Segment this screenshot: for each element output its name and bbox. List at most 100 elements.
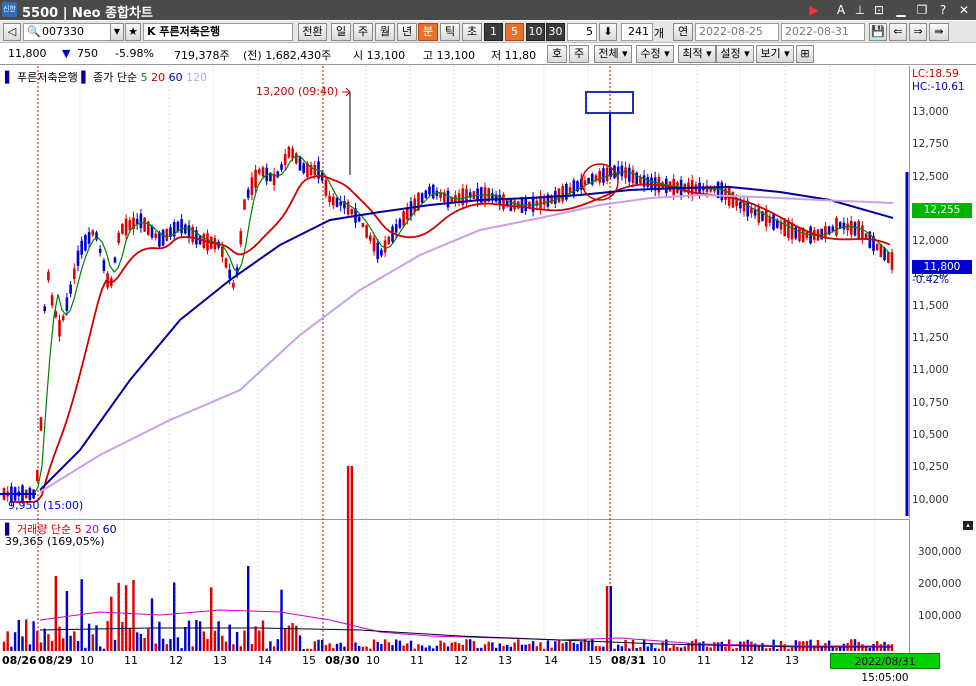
low-note: 9,950 (15:00) [8,499,84,512]
price-y-tick: 10,750 [912,396,949,409]
current-price: 11,800 [8,47,47,60]
volume: 719,378주 [174,49,230,62]
minimize-icon[interactable]: ▁ [893,2,909,18]
time-tag: 2022/08/31 15:05:00 [830,653,940,684]
open-price: 시 13,100 [353,49,406,62]
change-percent: -5.98% [115,47,154,60]
x-axis-label: 13 [785,654,799,667]
date-from-input[interactable]: 2022-08-25 [695,23,779,41]
volume-chart-area[interactable] [0,519,910,653]
x-axis-label: 08/30 [325,654,360,667]
x-axis-label: 11 [697,654,711,667]
change-arrow-icon: ▼ [62,47,71,60]
help-icon[interactable]: ? [935,2,951,18]
x-axis-label: 13 [498,654,512,667]
menu-button-1[interactable]: 수정 ▾ [636,45,674,63]
save-icon[interactable]: 💾 [869,23,887,41]
legend-ma20: 20 [151,71,166,84]
restore-icon[interactable]: ❐ [914,2,930,18]
price-y-tick: 11,500 [912,299,949,312]
price-info-bar: 11,800 ▼ 750 -5.98% 719,378주 (전) 1,682,4… [0,43,976,65]
price-y-tick: 10,500 [912,429,949,441]
close-icon[interactable]: ✕ [956,2,972,18]
period-tab-1[interactable]: 주 [353,23,373,41]
count-unit: 개 [654,27,665,40]
font-icon[interactable]: A [833,2,849,18]
legend-stock-name: 푸른저축은행 [16,71,78,84]
interval-button-1[interactable]: 1 [484,23,503,41]
x-axis-label: 10 [366,654,380,667]
scroll-right-icon[interactable]: ⇒ [909,23,927,41]
code-dropdown-button[interactable]: ▼ [110,23,124,41]
pin-icon[interactable]: ⊥ [852,2,868,18]
ma-price-tag: 12,255 [912,203,972,218]
x-axis-label: 15 [588,654,602,667]
toolbar-main: ◁ 🔍 007330 ▼ ★ K 푸른저축은행 전환 일주월년분틱초 1 5 10 3… [0,21,976,43]
interval-button-30[interactable]: 30 [546,23,565,41]
menu-button-4[interactable]: 보기 ▾ [756,45,794,63]
x-axis-label: 12 [740,654,754,667]
high-price: 고 13,100 [423,49,476,62]
volume-legend-ma60: 60 [102,523,117,536]
legend-marker2-icon: ▌ [81,71,90,84]
menu-button-3[interactable]: 설정 ▾ [716,45,754,63]
x-axis-label: 11 [410,654,424,667]
continuous-button[interactable]: 연 [673,23,693,41]
period-tab-3[interactable]: 년 [397,23,417,41]
period-tab-6[interactable]: 초 [462,23,482,41]
price-chart-area[interactable] [0,66,910,518]
app-icon: 신한 [2,2,17,17]
period-tab-2[interactable]: 월 [375,23,395,41]
legend-ma5: 5 [140,71,148,84]
x-axis-label: 15 [302,654,316,667]
menu-button-0[interactable]: 전체 ▾ [594,45,632,63]
lock-icon[interactable]: ⊡ [871,2,887,18]
menu-button-2[interactable]: 최적 ▾ [678,45,716,63]
current-pct: -0.42% [912,274,950,286]
legend-marker-icon: ▌ [5,71,14,84]
order-button[interactable]: 주 [569,45,589,63]
x-axis-label: 10 [80,654,94,667]
stock-code-input[interactable]: 🔍 007330 [23,23,118,41]
interval-down-icon[interactable]: ⬇ [599,23,617,41]
price-y-tick: 11,250 [912,332,949,345]
price-legend: ▌ 푸른저축은행 ▌ 종가 단순 5 20 60 120 [5,69,207,85]
high-note: 13,200 (09:40) [256,85,339,98]
price-y-tick: 12,000 [912,235,949,248]
period-tab-4[interactable]: 분 [418,23,438,41]
quote-button[interactable]: 호 [547,45,567,63]
current-price-tag: 11,800 [912,260,972,274]
scroll-left-icon[interactable]: ⇐ [889,23,907,41]
count-input[interactable]: 241 [621,23,653,41]
stock-name-field: K 푸른저축은행 [143,23,293,41]
stock-code-value: 007330 [42,25,84,38]
fast-forward-icon[interactable]: ⇛ [929,23,949,41]
x-axis-label: 11 [124,654,138,667]
volume-y-tick: 200,000 [918,578,962,590]
interval-input[interactable]: 5 [567,23,597,41]
price-y-tick: 10,250 [912,461,949,474]
indicator-icon[interactable]: ⊞ [796,45,814,63]
price-y-tick: 12,500 [912,170,949,183]
price-y-tick: 11,000 [912,364,949,377]
period-tab-5[interactable]: 틱 [440,23,460,41]
x-axis-label: 14 [258,654,272,667]
interval-button-10[interactable]: 10 [526,23,545,41]
alert-icon[interactable]: ▶ [806,2,822,18]
interval-button-5[interactable]: 5 [505,23,524,41]
period-tab-0[interactable]: 일 [331,23,351,41]
switch-button[interactable]: 전환 [298,23,327,41]
x-axis-label: 08/26 [2,654,37,667]
low-price: 저 11,80 [491,49,537,62]
change-value: 750 [77,47,98,60]
collapse-icon[interactable]: ▴ [963,521,973,530]
favorite-star-icon[interactable]: ★ [125,23,141,41]
hc-label: HC:-10.61 [912,81,965,93]
date-to-input[interactable]: 2022-08-31 [781,23,865,41]
search-icon: 🔍 [27,25,41,38]
price-y-tick: 10,000 [912,493,949,506]
volume-last: 39,365 (169,05%) [5,535,105,548]
prev-stock-button[interactable]: ◁ [3,23,21,41]
x-axis-label: 10 [652,654,666,667]
legend-ma120: 120 [186,71,208,84]
